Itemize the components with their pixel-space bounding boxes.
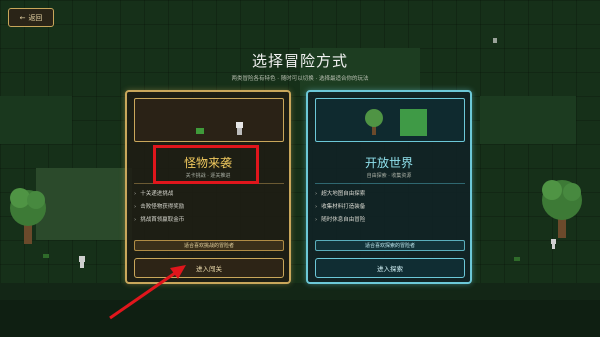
annotation-arrow-icon [109,265,186,320]
